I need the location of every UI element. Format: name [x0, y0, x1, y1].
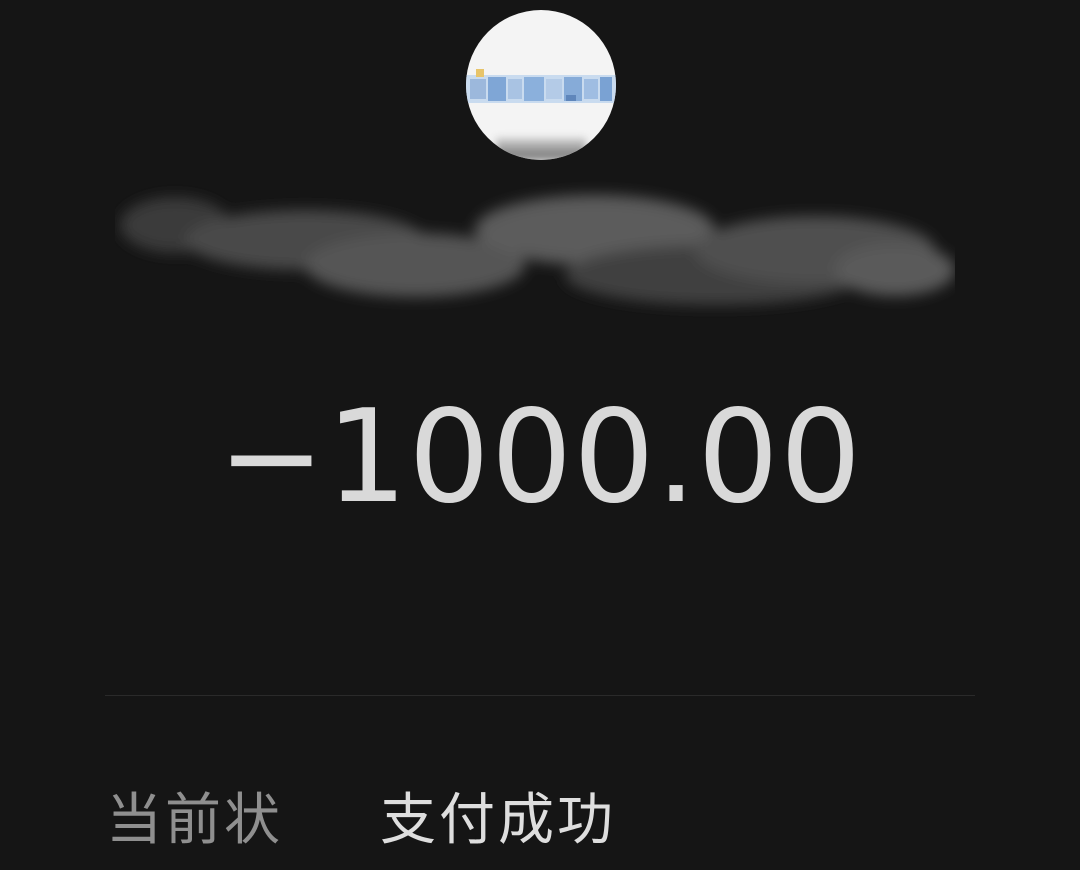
merchant-logo-icon: [466, 69, 616, 103]
payment-detail-screen: −1000.00 当前状 支付成功: [0, 0, 1080, 870]
divider: [105, 695, 975, 696]
merchant-avatar[interactable]: [466, 10, 616, 160]
status-label: 当前状: [106, 788, 283, 853]
status-value: 支付成功: [380, 788, 616, 853]
avatar-blur-patch: [496, 138, 586, 160]
transaction-amount: −1000.00: [217, 383, 863, 532]
redacted-merchant-name: [120, 195, 955, 305]
